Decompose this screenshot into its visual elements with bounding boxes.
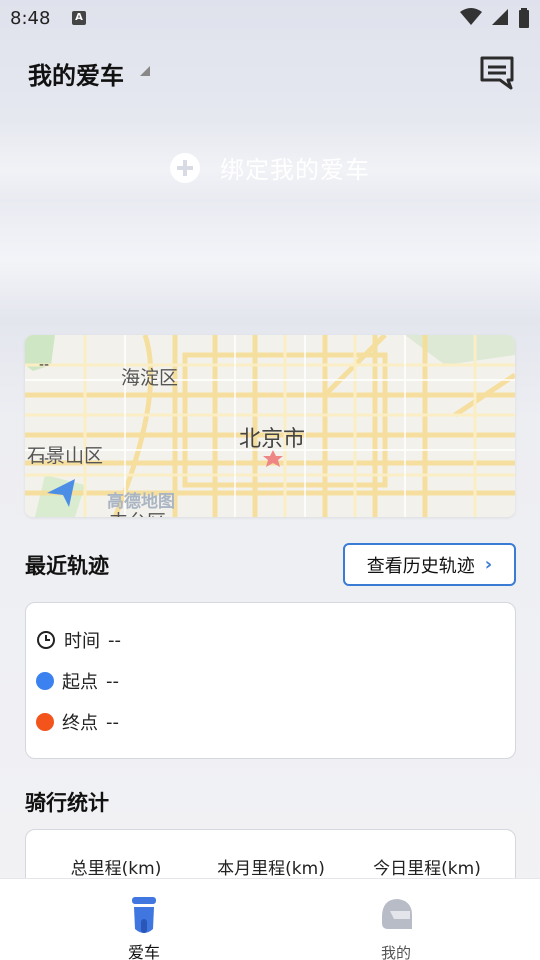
scooter-icon [132, 897, 156, 933]
notification-icon: A [72, 11, 86, 25]
map-placeholder: -- [39, 357, 50, 373]
track-value: -- [106, 711, 119, 733]
helmet-icon [382, 899, 412, 929]
map-label-haidian: 海淀区 [121, 367, 179, 389]
track-value: -- [106, 670, 119, 692]
map-view[interactable]: -- -- 海淀区 北京市 石景山区 丰台区 高德地图 [25, 335, 515, 517]
map-label-beijing: 北京市 [239, 427, 306, 452]
stat-month-label: 本月里程(km) [217, 859, 325, 879]
tab-mine[interactable]: 我的 [336, 879, 456, 960]
track-row-start: 起点 -- [36, 666, 119, 696]
signal-icon [491, 9, 508, 25]
start-point-icon [36, 672, 54, 690]
recent-track-card[interactable]: 时间 -- 起点 -- 终点 -- [25, 602, 516, 759]
chevron-right-icon: › [484, 554, 493, 575]
view-history-label: 查看历史轨迹 [366, 555, 475, 577]
tab-car-label: 爱车 [127, 943, 160, 960]
caret-down-icon[interactable] [140, 66, 150, 76]
status-time: 8:48 [10, 8, 51, 29]
track-value: -- [108, 629, 121, 651]
car-selector[interactable]: 我的爱车 [28, 56, 124, 91]
status-icons [456, 8, 530, 28]
clock-icon [37, 631, 55, 649]
stat-today-label: 今日里程(km) [373, 859, 481, 879]
wifi-icon [459, 8, 482, 25]
tab-car[interactable]: 爱车 [84, 879, 204, 960]
riding-stats-title: 骑行统计 [25, 791, 109, 815]
track-row-end: 终点 -- [36, 707, 119, 737]
header: 我的爱车 [0, 52, 540, 96]
map-label-shijingshan: 石景山区 [27, 445, 104, 467]
stat-total-label: 总里程(km) [70, 859, 162, 879]
view-history-button[interactable]: 查看历史轨迹 › [343, 543, 516, 586]
bind-car-button[interactable]: 绑定我的爱车 [0, 150, 540, 190]
status-bar: 8:48 A [0, 0, 540, 36]
message-icon [480, 56, 514, 90]
track-label: 时间 [64, 631, 100, 652]
battery-icon [519, 8, 529, 28]
bind-car-label: 绑定我的爱车 [220, 156, 370, 184]
track-row-time: 时间 -- [36, 625, 121, 655]
track-label: 终点 [62, 713, 98, 734]
map-logo: 高德地图 [107, 492, 175, 512]
tab-mine-label: 我的 [380, 944, 411, 960]
end-point-icon [36, 713, 54, 731]
track-label: 起点 [62, 672, 98, 693]
recent-track-title: 最近轨迹 [25, 554, 109, 578]
bottom-tab-bar: 爱车 我的 [0, 878, 540, 960]
plus-icon [170, 152, 200, 183]
message-button[interactable] [478, 54, 516, 90]
